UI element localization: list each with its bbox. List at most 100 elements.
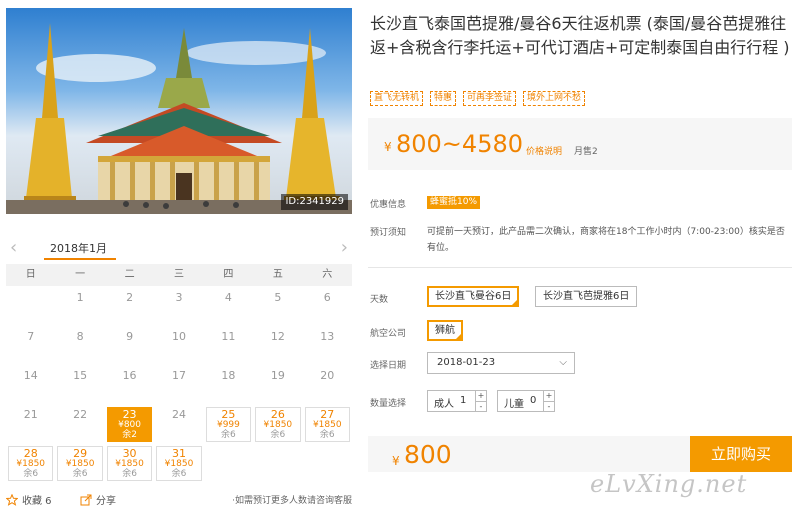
star-icon bbox=[5, 493, 19, 509]
adult-plus-button[interactable]: + bbox=[476, 391, 486, 401]
day-price: ¥1850 bbox=[164, 459, 194, 469]
calendar-day-21: 21 bbox=[6, 405, 55, 444]
discount-badge: 蜂蜜抵10% bbox=[427, 196, 481, 209]
chevron-left-icon[interactable]: ‹ bbox=[10, 238, 17, 258]
day-number: 16 bbox=[122, 369, 137, 382]
calendar-grid: 1 2 3 4 5 6 7 8 9 10 11 12 13 14 15 16 17 18 19 20 21 22 23 ¥80… bbox=[6, 288, 352, 483]
day-number bbox=[6, 288, 55, 291]
airline-option[interactable]: 狮航 bbox=[427, 320, 463, 341]
favorite-button[interactable]: 收藏 6 bbox=[5, 492, 52, 509]
calendar-day-3: 3 bbox=[154, 288, 203, 327]
calendar-day-31[interactable]: 31 ¥1850 余6 bbox=[156, 446, 202, 481]
calendar-month-label: 2018年1月 bbox=[50, 242, 107, 255]
day-stock: 余6 bbox=[221, 430, 236, 440]
day-number: 18 bbox=[221, 369, 236, 382]
calendar-day-27[interactable]: 27 ¥1850 余6 bbox=[304, 407, 350, 442]
currency-symbol: ¥ bbox=[384, 140, 392, 154]
date-value: 2018-01-23 bbox=[437, 357, 496, 368]
calendar-weekday-header: 日 一 二 三 四 五 六 bbox=[6, 264, 352, 286]
day-number: 5 bbox=[274, 291, 282, 304]
price-range: 800~4580 bbox=[396, 130, 523, 158]
month-underline bbox=[44, 258, 116, 260]
photo-id-label: ID:2341929 bbox=[281, 194, 348, 210]
day-number: 30 bbox=[122, 447, 137, 460]
temple-illustration bbox=[6, 23, 352, 214]
day-number: 23 bbox=[122, 408, 137, 421]
day-number: 4 bbox=[224, 291, 232, 304]
calendar-day-19: 19 bbox=[253, 366, 302, 405]
product-actions: 收藏 6 分享 ·如需预订更多人数请咨询客服 bbox=[5, 492, 352, 509]
calendar-day-26[interactable]: 26 ¥1850 余6 bbox=[255, 407, 301, 442]
adult-value[interactable]: 1 bbox=[460, 395, 466, 406]
adult-minus-button[interactable]: - bbox=[476, 401, 486, 411]
currency-symbol: ¥ bbox=[392, 454, 400, 468]
buy-now-button[interactable]: 立即购买 bbox=[690, 436, 792, 472]
day-number: 2 bbox=[126, 291, 134, 304]
day-price: ¥1850 bbox=[65, 459, 95, 469]
calendar-day-empty bbox=[6, 288, 55, 327]
calendar-day-7: 7 bbox=[6, 327, 55, 366]
day-stock: 余6 bbox=[171, 469, 187, 479]
quantity-label: 数量选择 bbox=[370, 399, 407, 409]
day-number: 21 bbox=[23, 408, 38, 421]
chevron-down-icon: ⌵ bbox=[559, 357, 567, 368]
day-price: ¥1850 bbox=[312, 420, 342, 430]
share-button[interactable]: 分享 bbox=[80, 492, 116, 509]
chevron-right-icon[interactable]: › bbox=[341, 238, 348, 258]
total-price: 800 bbox=[404, 440, 452, 469]
product-photo: ID:2341929 bbox=[6, 8, 352, 214]
child-stepper: 儿童 0 + - bbox=[497, 390, 555, 412]
airline-label: 航空公司 bbox=[370, 329, 407, 339]
product-tag: 境外上网不愁 bbox=[523, 91, 586, 106]
day-number: 11 bbox=[221, 330, 236, 343]
day-price: ¥999 bbox=[216, 420, 240, 430]
calendar-day-9: 9 bbox=[105, 327, 154, 366]
child-value[interactable]: 0 bbox=[530, 395, 536, 406]
day-number: 13 bbox=[320, 330, 335, 343]
product-tag: 可再李签证 bbox=[463, 91, 517, 106]
calendar-day-25[interactable]: 25 ¥999 余6 bbox=[205, 407, 252, 442]
date-select[interactable]: 2018-01-23 ⌵ bbox=[427, 352, 575, 374]
adult-stepper-buttons: + - bbox=[475, 391, 486, 411]
calendar-day-30[interactable]: 30 ¥1850 余6 bbox=[106, 446, 153, 481]
calendar-day-20: 20 bbox=[303, 366, 352, 405]
offers-label: 优惠信息 bbox=[370, 200, 407, 210]
weekday-label: 四 bbox=[223, 269, 234, 280]
package-option-bangkok[interactable]: 长沙直飞曼谷6日 bbox=[427, 286, 520, 307]
buy-bar: ¥ 800 立即购买 bbox=[368, 436, 792, 472]
day-number: 28 bbox=[23, 447, 38, 460]
adult-label: 成人 bbox=[434, 399, 454, 410]
day-number: 17 bbox=[171, 369, 186, 382]
calendar-day-15: 15 bbox=[55, 366, 104, 405]
notice-label: 预订须知 bbox=[370, 228, 407, 238]
day-number: 12 bbox=[270, 330, 285, 343]
day-number: 1 bbox=[76, 291, 84, 304]
calendar-day-18: 18 bbox=[204, 366, 253, 405]
day-number: 8 bbox=[76, 330, 84, 343]
day-number: 19 bbox=[270, 369, 285, 382]
calendar-day-28[interactable]: 28 ¥1850 余6 bbox=[8, 446, 54, 481]
day-stock: 余6 bbox=[72, 469, 88, 479]
child-label: 儿童 bbox=[504, 399, 524, 410]
day-stock: 余2 bbox=[122, 430, 137, 440]
calendar-day-5: 5 bbox=[253, 288, 302, 327]
calendar-day-17: 17 bbox=[154, 366, 203, 405]
product-tags: 直飞无转机 特惠 可再李签证 境外上网不愁 bbox=[370, 91, 586, 106]
child-plus-button[interactable]: + bbox=[544, 391, 554, 401]
divider bbox=[368, 267, 792, 268]
day-number: 25 bbox=[221, 408, 236, 421]
calendar-day-23[interactable]: 23 ¥800 余2 bbox=[106, 407, 153, 442]
child-minus-button[interactable]: - bbox=[544, 401, 554, 411]
day-number: 10 bbox=[171, 330, 186, 343]
calendar-day-12: 12 bbox=[253, 327, 302, 366]
price-note-link[interactable]: 价格说明 bbox=[526, 144, 562, 157]
weekday-label: 三 bbox=[173, 269, 184, 280]
calendar-day-14: 14 bbox=[6, 366, 55, 405]
day-number: 27 bbox=[320, 408, 335, 421]
calendar-day-29[interactable]: 29 ¥1850 余6 bbox=[57, 446, 103, 481]
date-label: 选择日期 bbox=[370, 361, 407, 371]
day-price: ¥1850 bbox=[16, 459, 46, 469]
package-option-pattaya[interactable]: 长沙直飞芭提雅6日 bbox=[535, 286, 638, 307]
weekday-label: 二 bbox=[124, 269, 135, 280]
day-number: 26 bbox=[270, 408, 285, 421]
